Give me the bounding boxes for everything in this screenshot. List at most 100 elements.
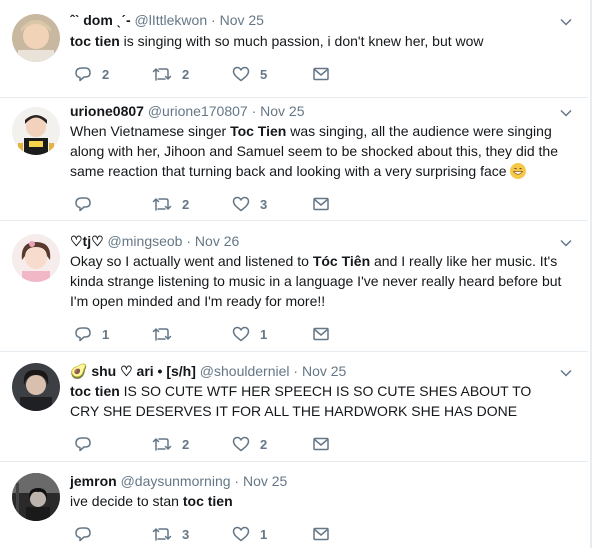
timestamp[interactable]: Nov 25 — [260, 103, 304, 119]
grinning-face-emoji — [510, 163, 527, 179]
text-part: When Vietnamese singer — [70, 123, 231, 139]
retweet-button[interactable] — [152, 324, 182, 344]
like-count: 2 — [260, 436, 268, 452]
retweet-icon — [152, 198, 172, 211]
tweet[interactable]: ˆˋ dom ˎˊ- @lIttlekwon · Nov 25 toc tien… — [0, 0, 588, 98]
reply-count: 1 — [102, 326, 110, 342]
reply-button[interactable] — [74, 194, 102, 214]
text-part: Okay so I actually went and listened to — [70, 253, 313, 269]
reply-icon — [75, 437, 91, 452]
text-part: IS SO CUTE WTF HER SPEECH IS SO CUTE SHE… — [70, 383, 532, 419]
avatar[interactable] — [12, 107, 60, 155]
tweet-text: toc tien IS SO CUTE WTF HER SPEECH IS SO… — [70, 381, 550, 421]
like-count: 5 — [260, 66, 268, 82]
tweet-header: 🥑 shu ♡ ari • [s/h] @shoulderniel · Nov … — [70, 361, 346, 381]
retweet-button[interactable]: 2 — [152, 194, 189, 214]
retweet-button[interactable]: 3 — [152, 524, 189, 544]
tweet-actions: 2 2 5 — [70, 64, 370, 84]
timestamp[interactable]: Nov 25 — [220, 12, 264, 28]
chevron-down-icon[interactable] — [560, 107, 572, 119]
text-part: is singing with so much passion, i don't… — [119, 33, 484, 49]
separator-dot: · — [211, 12, 216, 28]
envelope-icon — [313, 197, 329, 211]
text-part[interactable]: Tóc Tiên — [313, 253, 370, 269]
retweet-icon — [152, 68, 172, 81]
display-name[interactable]: jemron — [70, 473, 117, 489]
heart-icon — [232, 526, 250, 542]
retweet-button[interactable]: 2 — [152, 64, 189, 84]
avatar[interactable] — [12, 473, 60, 521]
display-name[interactable]: ♡tj♡ — [70, 233, 104, 249]
text-part[interactable]: Toc Tien — [230, 123, 286, 139]
message-button[interactable] — [313, 194, 329, 214]
tweet-text: toc tien is singing with so much passion… — [70, 31, 570, 51]
message-button[interactable] — [313, 434, 329, 454]
avatar[interactable] — [12, 363, 60, 411]
like-button[interactable]: 5 — [232, 64, 267, 84]
reply-button[interactable]: 2 — [74, 64, 109, 84]
user-handle[interactable]: @lIttlekwon — [135, 12, 208, 28]
tweet[interactable]: 🥑 shu ♡ ari • [s/h] @shoulderniel · Nov … — [0, 351, 588, 462]
reply-button[interactable] — [74, 434, 102, 454]
retweet-count: 2 — [182, 436, 190, 452]
tweet-header: jemron @daysunmorning · Nov 25 — [70, 471, 287, 491]
reply-button[interactable] — [74, 524, 102, 544]
tweet-actions: 2 2 — [70, 434, 370, 454]
heart-icon — [232, 196, 250, 212]
tweet-header: ˆˋ dom ˎˊ- @lIttlekwon · Nov 25 — [70, 10, 264, 30]
reply-icon — [75, 527, 91, 542]
heart-icon — [232, 436, 250, 452]
tweet-text: When Vietnamese singer Toc Tien was sing… — [70, 121, 565, 181]
separator-dot: · — [186, 233, 192, 249]
retweet-icon — [152, 438, 172, 451]
timestamp[interactable]: Nov 25 — [302, 363, 346, 379]
separator-dot: · — [234, 473, 240, 489]
like-count: 3 — [260, 196, 268, 212]
user-handle[interactable]: @urione170807 — [148, 103, 248, 119]
user-handle[interactable]: @mingseob — [108, 233, 183, 249]
like-button[interactable]: 2 — [232, 434, 267, 454]
reply-button[interactable]: 1 — [74, 324, 109, 344]
text-part[interactable]: toc tien — [183, 493, 233, 509]
retweet-icon — [152, 528, 172, 541]
tweet[interactable]: jemron @daysunmorning · Nov 25 ive decid… — [0, 461, 588, 548]
chevron-down-icon[interactable] — [560, 367, 572, 379]
tweet[interactable]: ♡tj♡ @mingseob · Nov 26 Okay so I actual… — [0, 220, 588, 352]
message-button[interactable] — [313, 324, 329, 344]
retweet-count: 2 — [182, 196, 190, 212]
timestamp[interactable]: Nov 26 — [195, 233, 239, 249]
like-count: 1 — [260, 526, 268, 542]
message-button[interactable] — [313, 64, 329, 84]
avatar[interactable] — [12, 14, 60, 62]
envelope-icon — [313, 437, 329, 451]
text-part: ive decide to stan — [70, 493, 183, 509]
tweet-actions: 3 1 — [70, 524, 370, 544]
tweet-text: ive decide to stan toc tien — [70, 491, 570, 511]
chevron-down-icon[interactable] — [560, 16, 572, 28]
text-part[interactable]: toc tien — [70, 383, 120, 399]
user-handle[interactable]: @shoulderniel — [200, 363, 290, 379]
display-name[interactable]: ˆˋ dom ˎˊ- — [70, 12, 131, 28]
message-button[interactable] — [313, 524, 329, 544]
display-name[interactable]: urione0807 — [70, 103, 144, 119]
reply-icon — [75, 67, 91, 82]
like-button[interactable]: 3 — [232, 194, 267, 214]
separator-dot: · — [251, 103, 257, 119]
retweet-count: 2 — [182, 66, 190, 82]
chevron-down-icon[interactable] — [560, 237, 572, 249]
heart-icon — [232, 66, 250, 82]
avatar[interactable] — [12, 234, 60, 282]
timestamp[interactable]: Nov 25 — [243, 473, 287, 489]
display-name[interactable]: 🥑 shu ♡ ari • [s/h] — [70, 363, 196, 379]
like-button[interactable]: 1 — [232, 524, 267, 544]
user-handle[interactable]: @daysunmorning — [121, 473, 231, 489]
retweet-count: 3 — [182, 526, 190, 542]
tweet[interactable]: urione0807 @urione170807 · Nov 25 When V… — [0, 97, 588, 221]
like-count: 1 — [260, 326, 268, 342]
retweet-button[interactable]: 2 — [152, 434, 189, 454]
envelope-icon — [313, 527, 329, 541]
envelope-icon — [313, 327, 329, 341]
envelope-icon — [313, 67, 329, 81]
like-button[interactable]: 1 — [232, 324, 267, 344]
text-part[interactable]: toc tien — [70, 33, 120, 49]
